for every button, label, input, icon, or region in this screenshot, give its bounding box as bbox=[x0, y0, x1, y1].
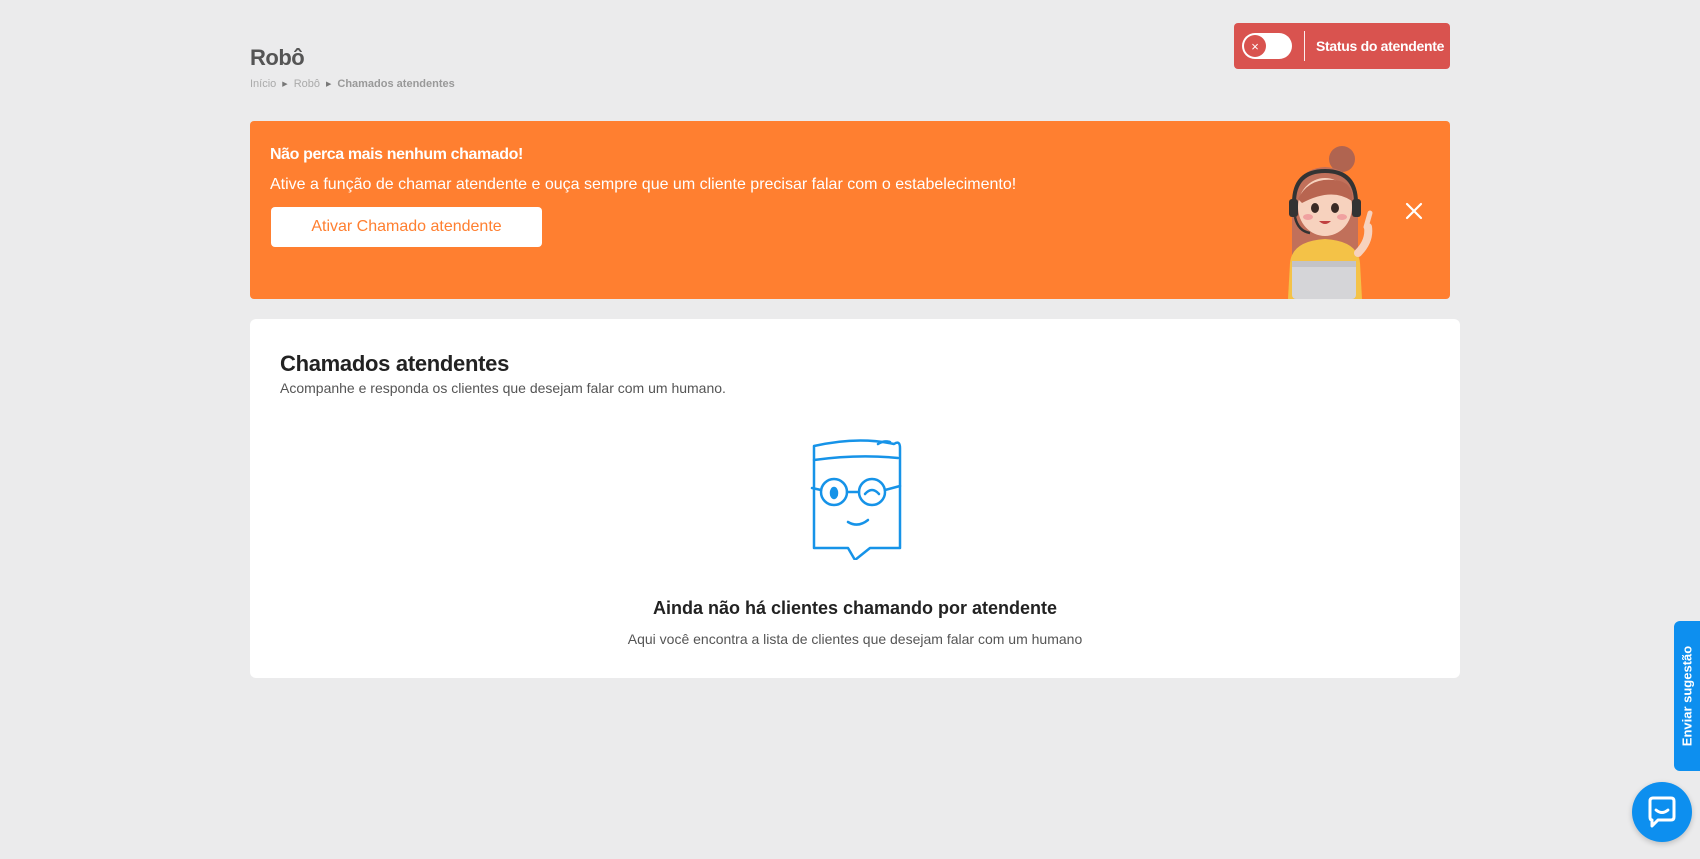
close-icon[interactable] bbox=[1402, 199, 1426, 223]
breadcrumb-separator-icon: ▶ bbox=[282, 81, 288, 88]
status-divider bbox=[1304, 31, 1305, 61]
attendant-status-toggle[interactable]: × bbox=[1242, 33, 1292, 59]
banner-title: Não perca mais nenhum chamado! bbox=[270, 146, 523, 163]
breadcrumb-separator-icon: ▶ bbox=[325, 81, 332, 88]
attendant-illustration bbox=[1288, 146, 1373, 299]
card-subtitle: Acompanhe e responda os clientes que des… bbox=[280, 380, 726, 396]
smiling-face-chat-icon bbox=[810, 439, 902, 560]
breadcrumb: Início ▶ Robô ▶ Chamados atendentes bbox=[250, 78, 455, 90]
empty-state-text: Aqui você encontra a lista de clientes q… bbox=[627, 631, 1083, 647]
send-suggestion-label: Enviar sugestão bbox=[1679, 645, 1695, 747]
page-title: Robô bbox=[250, 45, 305, 70]
breadcrumb-current: Chamados atendentes bbox=[337, 78, 455, 90]
chat-button[interactable] bbox=[1632, 782, 1692, 842]
activate-attendant-call-button[interactable]: Ativar Chamado atendente bbox=[271, 207, 542, 247]
chat-bubble-icon bbox=[1648, 796, 1676, 828]
empty-state-title: Ainda não há clientes chamando por atend… bbox=[652, 598, 1058, 618]
breadcrumb-robo[interactable]: Robô bbox=[294, 78, 320, 90]
activation-banner: Não perca mais nenhum chamado! Ative a f… bbox=[250, 121, 1450, 299]
toggle-off-x-icon: × bbox=[1244, 35, 1266, 57]
attendant-calls-card: Chamados atendentes Acompanhe e responda… bbox=[250, 319, 1460, 678]
card-title: Chamados atendentes bbox=[280, 351, 510, 376]
send-suggestion-tab[interactable]: Enviar sugestão bbox=[1674, 621, 1700, 771]
banner-text: Ative a função de chamar atendente e ouç… bbox=[270, 176, 1017, 193]
attendant-status-label: Status do atendente bbox=[1316, 38, 1445, 54]
attendant-status-panel: × Status do atendente bbox=[1234, 23, 1450, 69]
breadcrumb-home[interactable]: Início bbox=[250, 78, 276, 90]
